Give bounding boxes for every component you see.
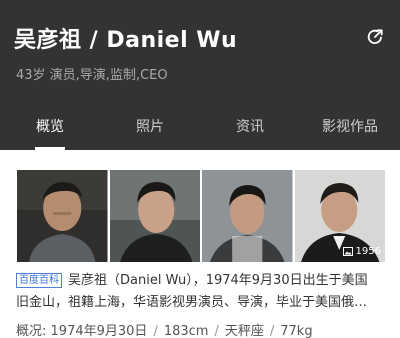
photo-count-badge: 1956	[342, 246, 381, 257]
profile-subtitle: 43岁 演员,导演,监制,CEO	[16, 68, 168, 83]
portrait-image	[202, 170, 293, 262]
fact-weight: 77kg	[280, 324, 313, 338]
fact-birthdate: 1974年9月30日	[50, 324, 148, 338]
photo-thumbnail[interactable]: 1956	[294, 170, 385, 262]
separator: /	[269, 324, 275, 338]
portrait-image	[109, 170, 200, 262]
portrait-image	[17, 170, 108, 262]
tab-overview[interactable]: 概览	[0, 112, 100, 150]
photo-strip: 1956	[17, 170, 385, 262]
description-line: 百度百科 吴彦祖（Daniel Wu），1974年9月30日出生于美国	[16, 270, 388, 292]
description-text-2: 旧金山，祖籍上海，华语影视男演员、导演，毕业于美国俄…	[16, 295, 368, 310]
image-icon	[342, 247, 353, 256]
page-title: 吴彦祖 / Daniel Wu	[14, 28, 238, 53]
description-text-1: 吴彦祖（Daniel Wu），1974年9月30日出生于美国	[68, 273, 368, 288]
tab-photos[interactable]: 照片	[100, 112, 200, 150]
profile-header: 吴彦祖 / Daniel Wu 43岁 演员,导演,监制,CEO 概览 照片 资…	[0, 0, 400, 150]
fact-zodiac: 天秤座	[224, 324, 264, 338]
tab-filmography[interactable]: 影视作品	[300, 112, 400, 150]
photo-count: 1956	[355, 246, 381, 257]
photo-thumbnail[interactable]	[202, 170, 293, 262]
baike-source-tag[interactable]: 百度百科	[16, 273, 62, 288]
separator: /	[214, 324, 219, 338]
photo-thumbnail[interactable]	[17, 170, 108, 262]
fact-height: 183cm	[163, 324, 209, 338]
title-row: 吴彦祖 / Daniel Wu	[14, 22, 237, 54]
facts-row: 概况: 1974年9月30日 / 183cm / 天秤座 / 77kg	[16, 320, 313, 338]
tab-bar: 概览 照片 资讯 影视作品	[0, 112, 400, 150]
facts-label: 概况:	[16, 324, 47, 338]
photo-thumbnail[interactable]	[109, 170, 200, 262]
tab-news[interactable]: 资讯	[200, 112, 300, 150]
share-icon	[367, 29, 383, 44]
summary-description: 百度百科 吴彦祖（Daniel Wu），1974年9月30日出生于美国 旧金山，祖…	[16, 270, 388, 314]
share-button[interactable]	[362, 24, 388, 50]
separator: /	[153, 324, 158, 338]
